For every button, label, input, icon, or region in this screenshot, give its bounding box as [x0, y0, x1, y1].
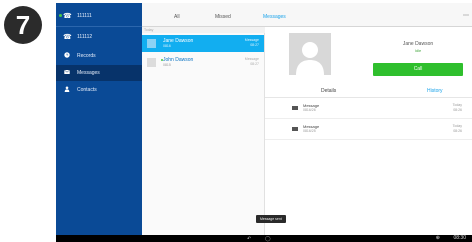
system-nav-bar: ↶ ◯ ⊕ 08:30 — [56, 235, 472, 242]
person-silhouette-icon — [296, 42, 324, 75]
toast-notification: Message sent — [256, 215, 286, 223]
message-entry[interactable]: Message 0816/25 Today 08:26 — [265, 119, 472, 140]
tab-all[interactable]: All — [174, 14, 180, 20]
more-options-icon[interactable]: ⋯ — [463, 12, 469, 19]
online-status-dot — [59, 14, 62, 17]
call-button[interactable]: Call — [373, 63, 463, 76]
home-icon[interactable]: ◯ — [265, 236, 271, 242]
sidebar-item-label: Records — [77, 53, 96, 59]
message-time: Message 08:27 — [244, 38, 259, 47]
step-number-badge: 7 — [4, 6, 42, 44]
sidebar-item-contacts[interactable]: Contacts — [56, 82, 142, 98]
sidebar-item-label: Messages — [77, 70, 100, 76]
phone-handset-icon: ☎ — [63, 34, 72, 41]
avatar — [289, 33, 331, 75]
contact-status: Idle — [414, 48, 422, 53]
message-avatar-icon — [147, 39, 156, 48]
list-item[interactable]: Jane Dawson 0816 Message 08:27 — [142, 35, 264, 52]
account-item-2[interactable]: ☎ 111112 — [56, 27, 142, 46]
back-icon[interactable]: ↶ — [247, 236, 251, 242]
envelope-icon — [292, 106, 298, 110]
contact-number: 0815 — [163, 63, 171, 67]
contact-name-title: Jane Dawson — [402, 41, 434, 47]
app-screen: ☎ 111111 ☎ 111112 Records Messages Conta… — [56, 3, 472, 242]
top-tab-bar: All Missed Messages ⋯ — [142, 3, 472, 27]
sidebar: ☎ 111111 ☎ 111112 Records Messages Conta… — [56, 3, 142, 235]
list-section-label: Today — [144, 28, 154, 32]
message-time: Today 08:26 — [452, 124, 462, 133]
account-label: 111112 — [77, 34, 93, 40]
contact-number: 0816 — [163, 44, 171, 48]
sidebar-item-label: Contacts — [77, 87, 97, 93]
message-time: Today 08:26 — [452, 103, 462, 112]
sidebar-item-messages[interactable]: Messages — [56, 65, 142, 81]
message-number: 0816/25 — [303, 129, 316, 133]
tab-history[interactable]: History — [427, 88, 443, 94]
list-item[interactable]: John Dawson 0815 Message 08:27 — [142, 54, 264, 71]
status-icon: ⊕ — [435, 235, 440, 241]
envelope-icon — [292, 127, 298, 131]
tab-messages[interactable]: Messages — [263, 14, 286, 20]
message-avatar-icon — [147, 58, 156, 67]
message-time: Message 08:27 — [244, 57, 259, 66]
contact-details-pane: Jane Dawson Idle Call Details History Me… — [265, 27, 472, 235]
conversation-list: Jane Dawson 0816 Message 08:27 John Dawso… — [142, 33, 265, 235]
message-entry[interactable]: Message 0816/26 Today 08:26 — [265, 98, 472, 119]
account-item-1[interactable]: ☎ 111111 — [56, 6, 142, 25]
message-number: 0816/26 — [303, 108, 316, 112]
tab-missed[interactable]: Missed — [215, 14, 231, 20]
clock-icon — [64, 52, 70, 58]
tab-details[interactable]: Details — [321, 88, 336, 94]
envelope-icon — [64, 69, 70, 74]
sidebar-item-records[interactable]: Records — [56, 48, 142, 64]
phone-handset-icon: ☎ — [63, 13, 72, 20]
person-icon — [64, 86, 70, 92]
account-label: 111111 — [77, 13, 92, 19]
system-clock: 08:30 — [453, 235, 466, 241]
